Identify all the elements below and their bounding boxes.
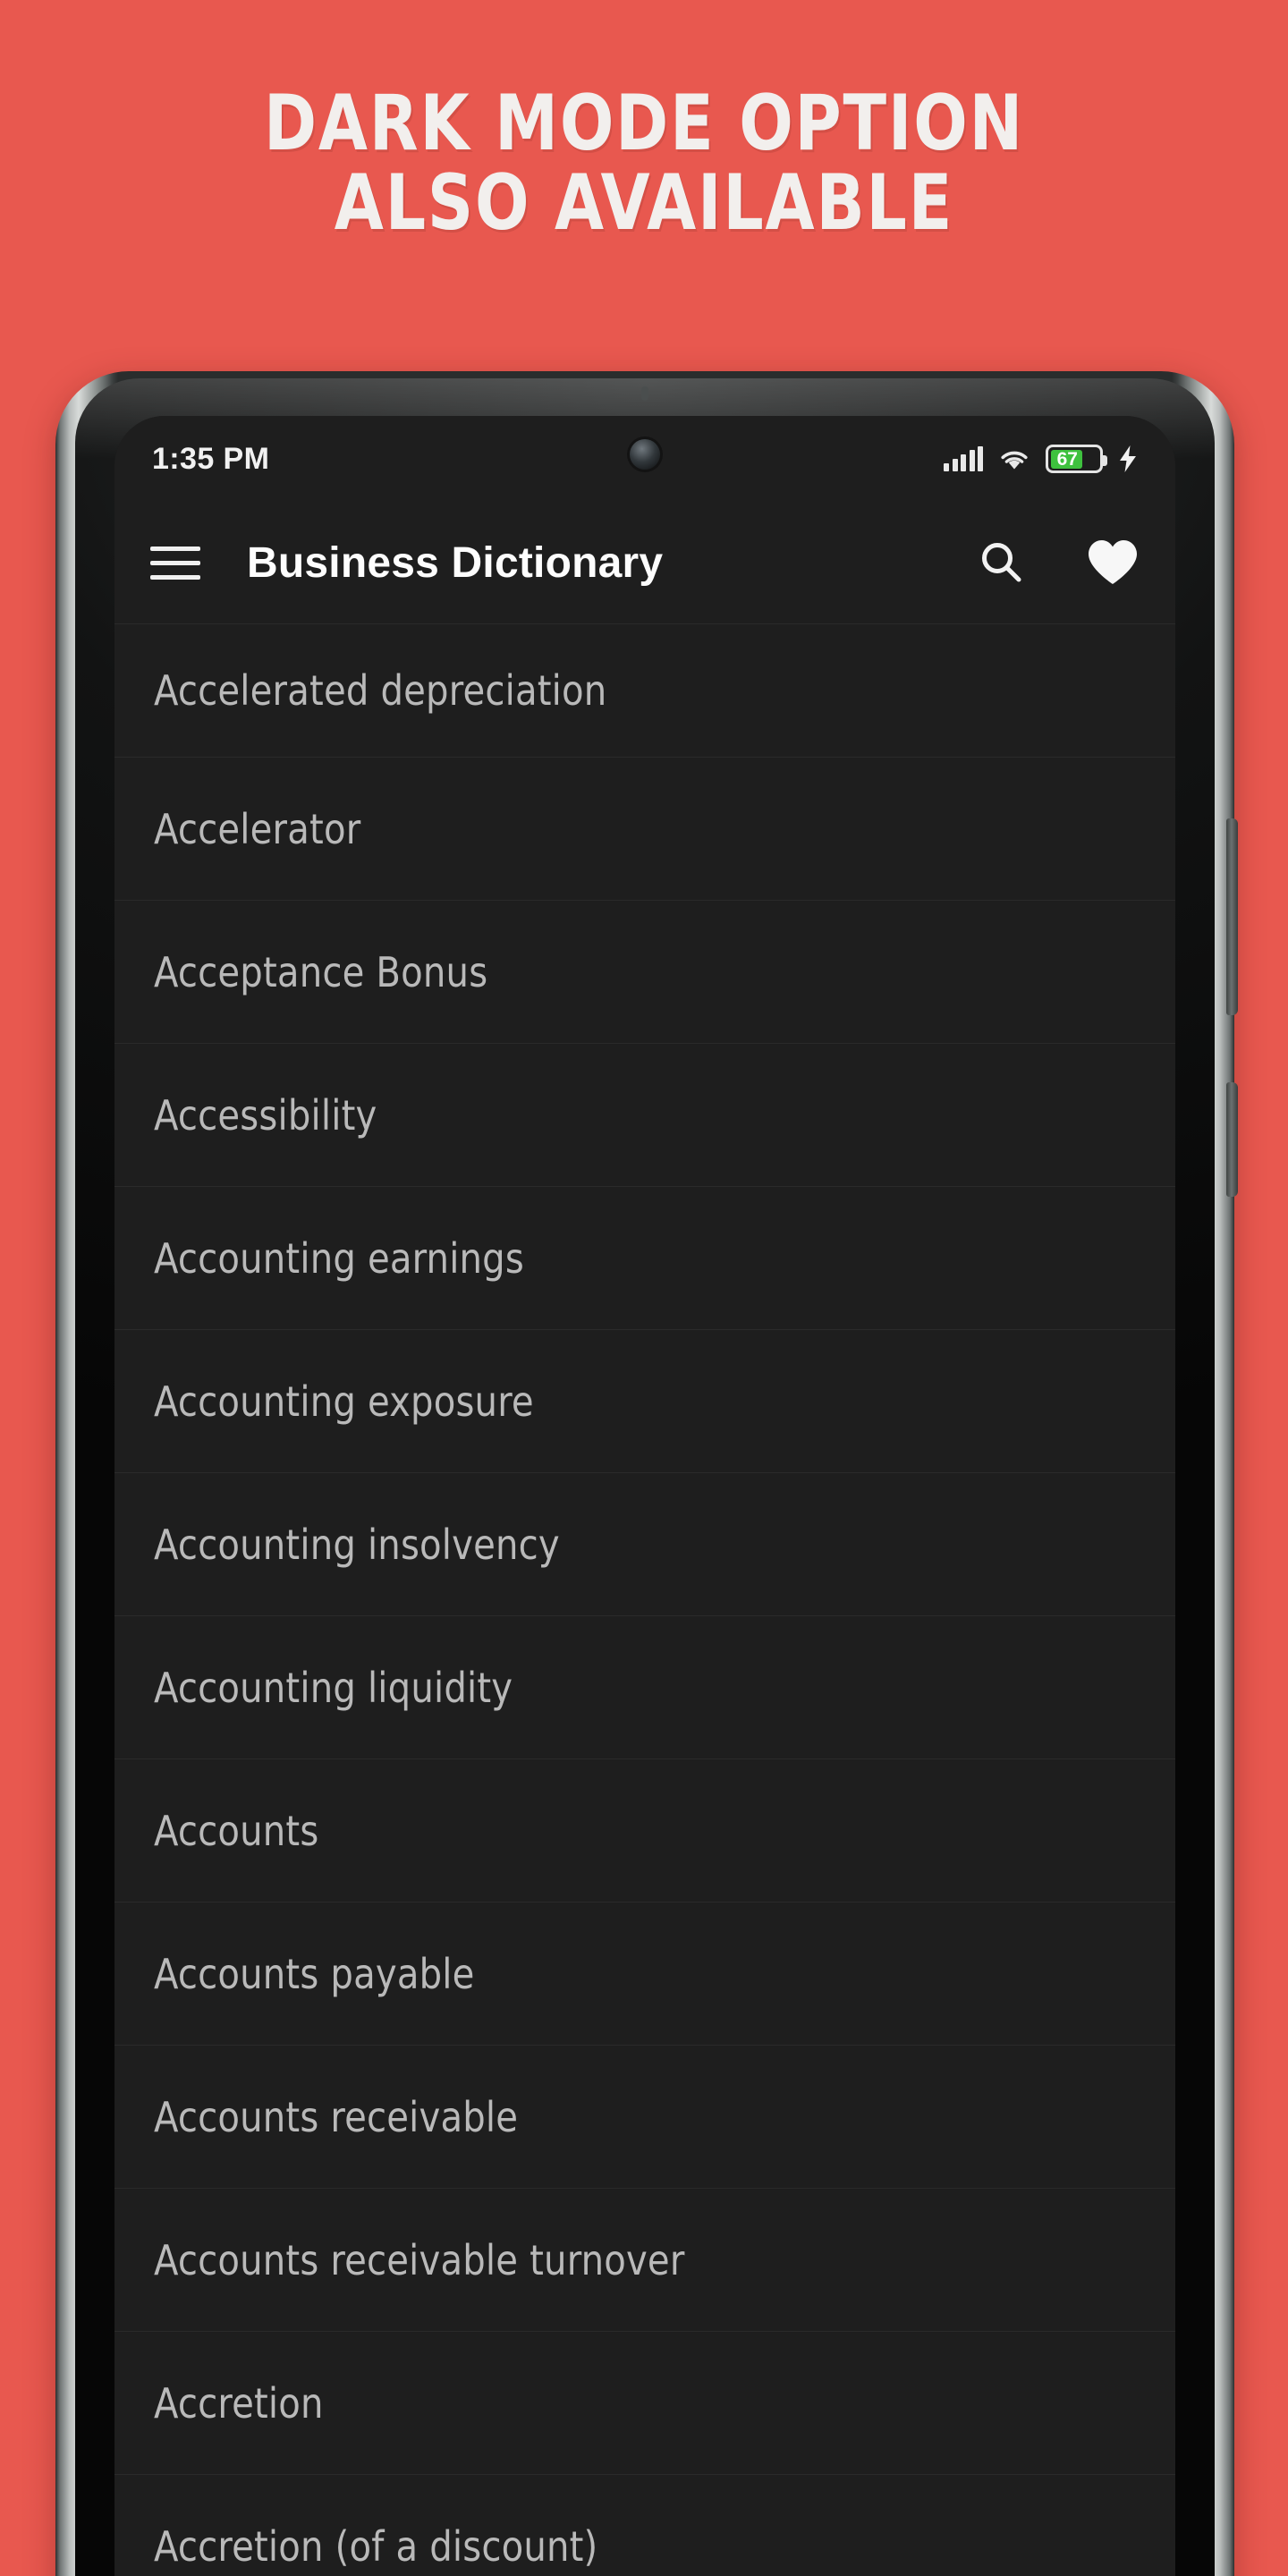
list-item-label: Accelerated depreciation xyxy=(154,666,607,715)
status-bar-icons: 67 xyxy=(944,445,1138,473)
search-icon[interactable] xyxy=(977,538,1027,588)
list-item[interactable]: Accounts receivable xyxy=(114,2046,1175,2189)
headline-line-2: ALSO AVAILABLE xyxy=(334,158,954,249)
list-item[interactable]: Accelerator xyxy=(114,758,1175,901)
battery-fill: 67 xyxy=(1050,448,1082,470)
list-item[interactable]: Accessibility xyxy=(114,1044,1175,1187)
earpiece-speaker-slit xyxy=(641,386,648,401)
list-item-label: Acceptance Bonus xyxy=(154,947,488,996)
cellular-signal-icon xyxy=(944,445,983,471)
front-camera-punch-hole-icon xyxy=(630,439,660,470)
list-item[interactable]: Accounting exposure xyxy=(114,1330,1175,1473)
status-clock: 1:35 PM xyxy=(152,441,270,476)
list-item-label: Accessibility xyxy=(154,1090,377,1140)
dictionary-word-list[interactable]: Accelerated depreciation Accelerator Acc… xyxy=(114,623,1175,2576)
hamburger-menu-icon[interactable] xyxy=(150,535,206,590)
promo-backdrop: DARK MODE OPTION ALSO AVAILABLE 1:35 PM xyxy=(0,0,1288,2576)
promo-headline: DARK MODE OPTION ALSO AVAILABLE xyxy=(52,79,1237,249)
phone-device-mockup: 1:35 PM 67 Business Dictionary Accelerat… xyxy=(55,371,1238,2576)
list-item-label: Accounting earnings xyxy=(154,1233,524,1283)
page-title: Business Dictionary xyxy=(247,538,664,587)
app-bar-actions xyxy=(977,538,1140,588)
charging-bolt-icon xyxy=(1120,445,1136,472)
list-item[interactable]: Accounting earnings xyxy=(114,1187,1175,1330)
status-bar: 1:35 PM 67 xyxy=(114,416,1175,502)
power-button[interactable] xyxy=(1226,1082,1238,1197)
list-item-label: Accounting insolvency xyxy=(154,1520,560,1569)
list-item-label: Accretion xyxy=(154,2378,324,2428)
list-item-label: Accounts xyxy=(154,1806,319,1855)
volume-rocker-button[interactable] xyxy=(1226,818,1238,1015)
list-item[interactable]: Accelerated depreciation xyxy=(114,623,1175,758)
battery-icon: 67 xyxy=(1046,445,1107,473)
list-item[interactable]: Accounts receivable turnover xyxy=(114,2189,1175,2332)
list-item[interactable]: Accretion (of a discount) xyxy=(114,2475,1175,2576)
phone-screen: 1:35 PM 67 Business Dictionary Accelerat… xyxy=(114,416,1175,2576)
list-item-label: Accretion (of a discount) xyxy=(154,2521,598,2571)
list-item[interactable]: Accounting liquidity xyxy=(114,1616,1175,1759)
list-item[interactable]: Accounting insolvency xyxy=(114,1473,1175,1616)
list-item-label: Accounts payable xyxy=(154,1949,475,1998)
list-item-label: Accounting liquidity xyxy=(154,1663,513,1712)
wifi-icon xyxy=(1001,451,1028,470)
battery-level-label: 67 xyxy=(1056,448,1078,470)
list-item-label: Accelerator xyxy=(154,804,361,853)
headline-line-1: DARK MODE OPTION xyxy=(263,79,1024,168)
heart-icon[interactable] xyxy=(1086,538,1140,587)
list-item-label: Accounting exposure xyxy=(154,1377,534,1426)
list-item-label: Accounts receivable xyxy=(154,2092,519,2141)
list-item[interactable]: Accretion xyxy=(114,2332,1175,2475)
list-item[interactable]: Acceptance Bonus xyxy=(114,901,1175,1044)
list-item-label: Accounts receivable turnover xyxy=(154,2235,685,2284)
phone-bezel: 1:35 PM 67 Business Dictionary Accelerat… xyxy=(75,378,1215,2576)
list-item[interactable]: Accounts xyxy=(114,1759,1175,1902)
app-bar: Business Dictionary xyxy=(114,502,1175,623)
list-item[interactable]: Accounts payable xyxy=(114,1902,1175,2046)
